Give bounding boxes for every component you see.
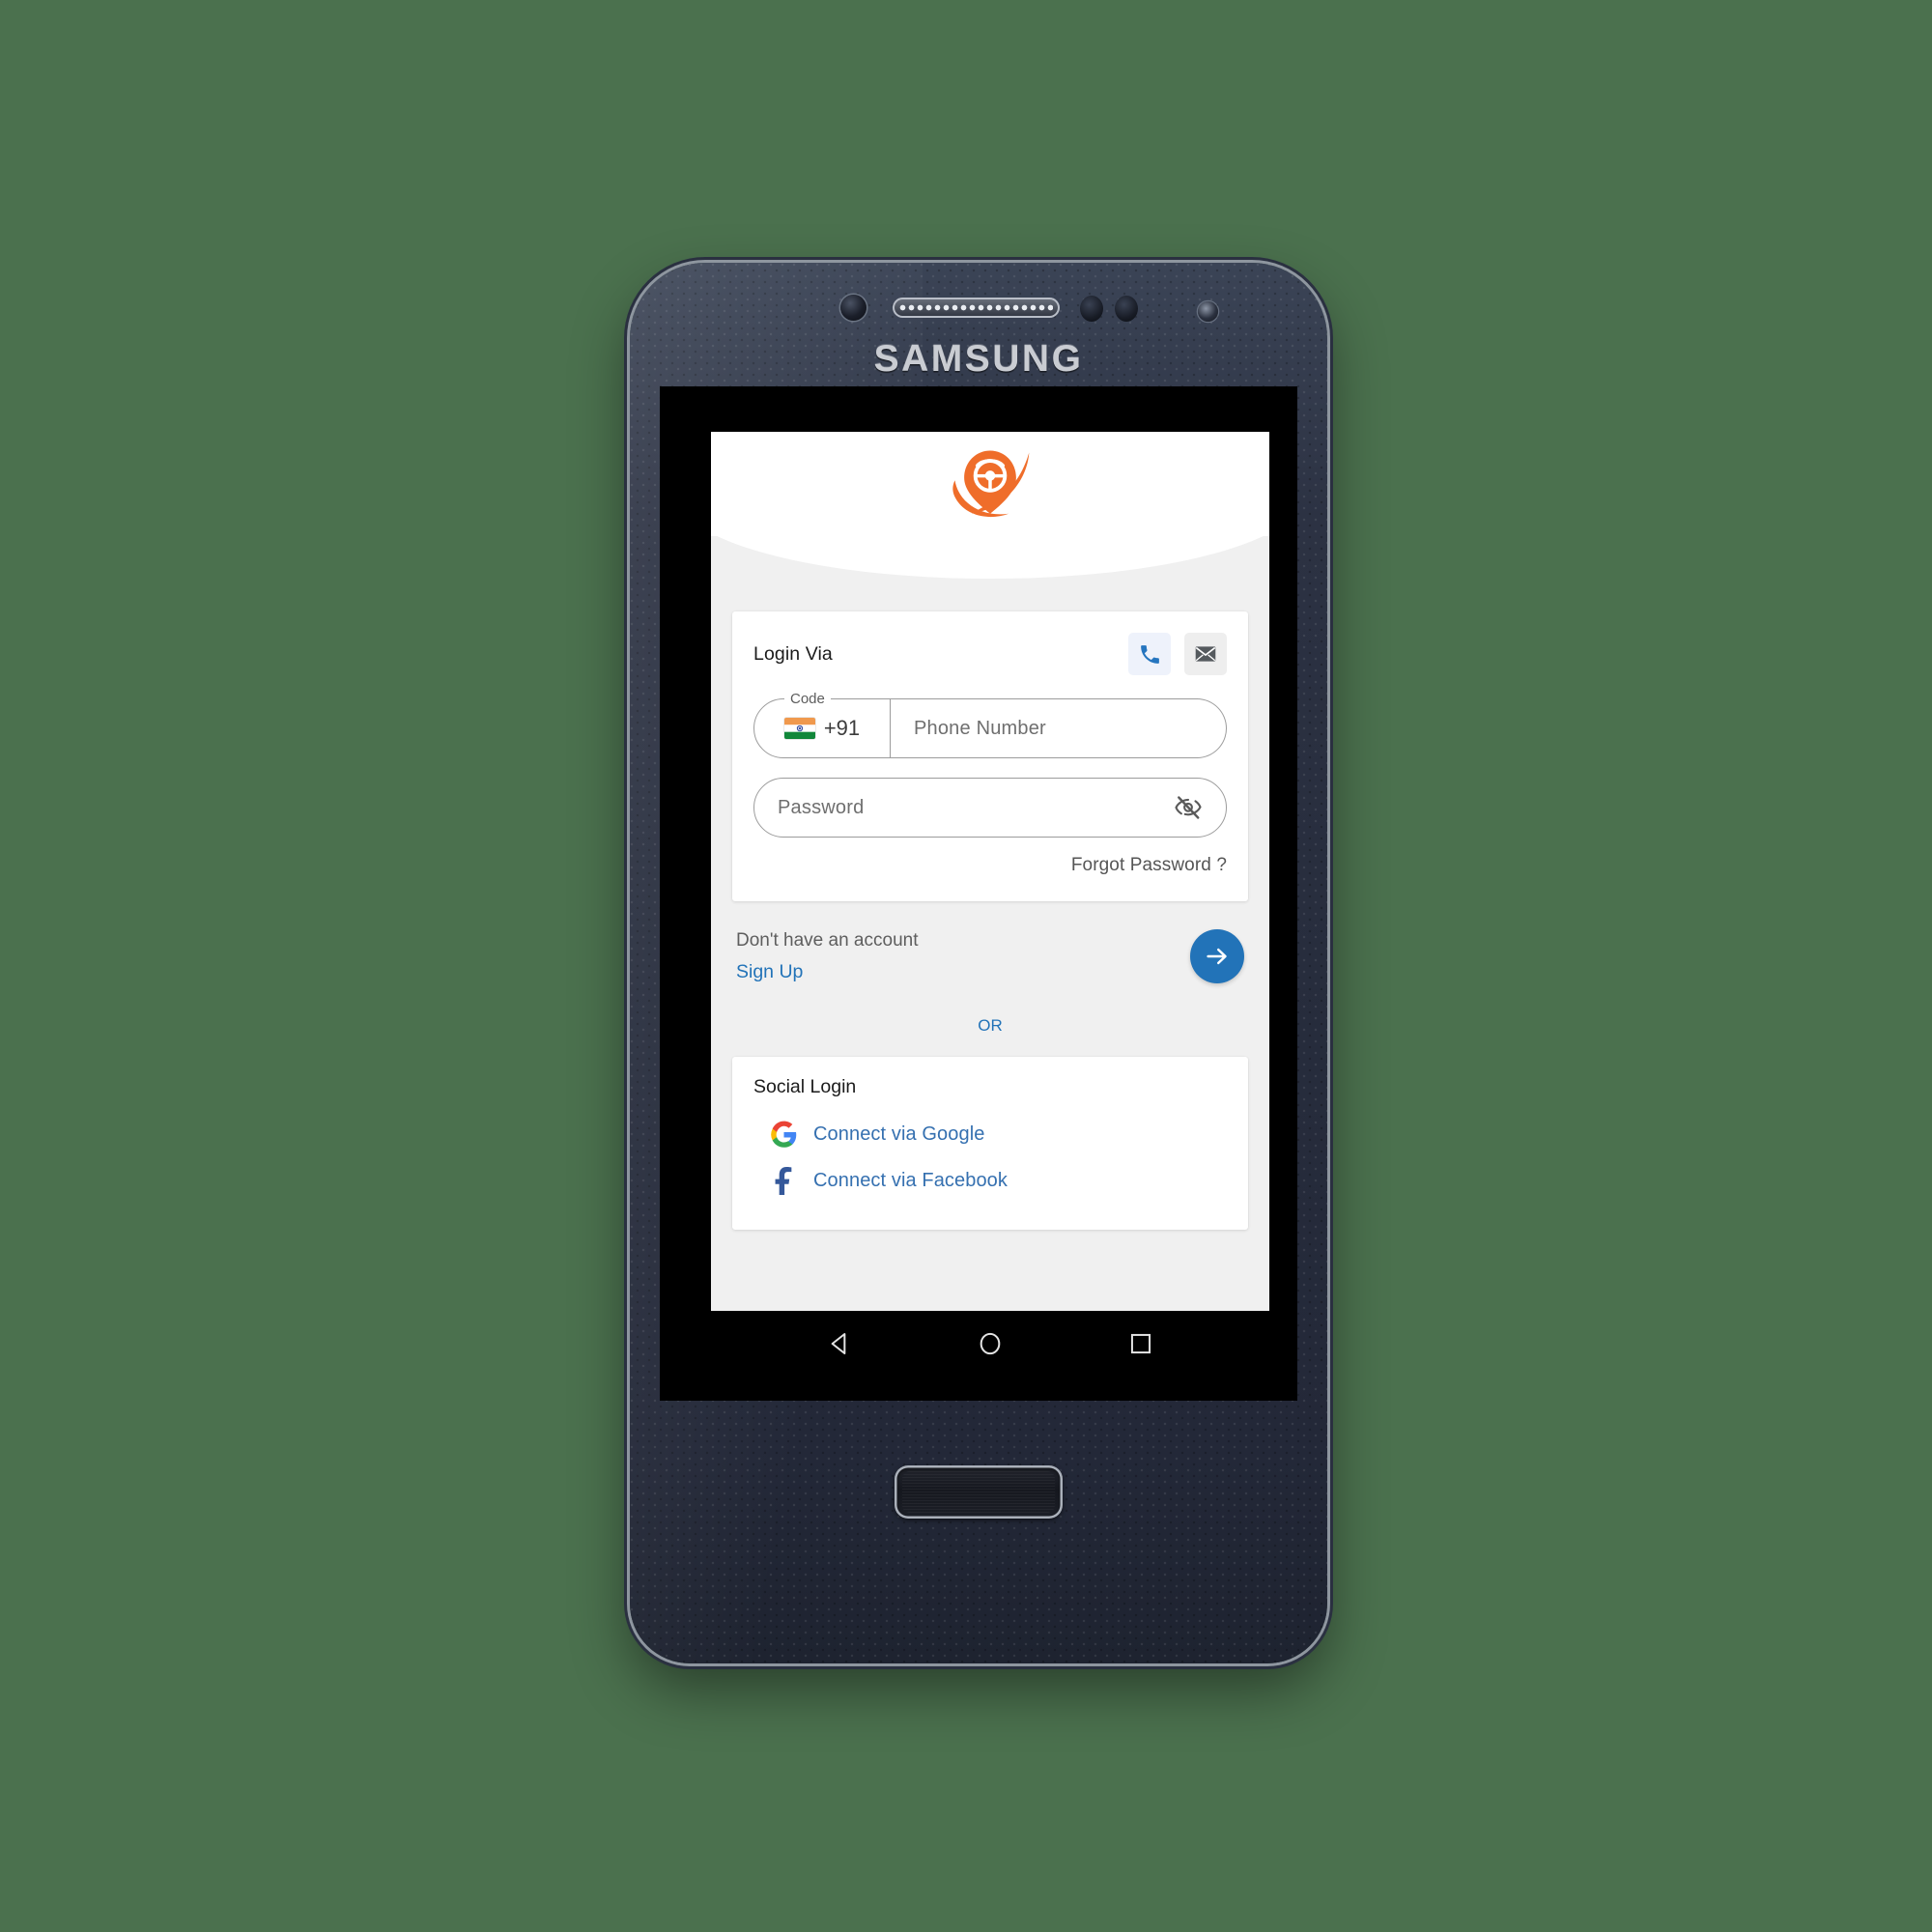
- login-via-row: Login Via: [753, 633, 1227, 675]
- earpiece-speaker-icon: [893, 298, 1060, 318]
- country-code-value: +91: [823, 716, 861, 740]
- no-account-text: Don't have an account: [736, 930, 919, 951]
- arrow-right-icon: [1207, 949, 1227, 965]
- login-card: Login Via Code +91 Phone Number Password…: [732, 611, 1248, 901]
- password-input[interactable]: Password: [753, 778, 1227, 838]
- forgot-password-link[interactable]: Forgot Password ?: [753, 855, 1227, 876]
- sign-up-link[interactable]: Sign Up: [736, 957, 918, 986]
- password-placeholder: Password: [778, 796, 865, 818]
- or-divider: OR: [978, 1015, 1003, 1035]
- login-via-title: Login Via: [753, 642, 833, 665]
- phone-icon: [1140, 644, 1159, 664]
- eye-off-icon: [1175, 796, 1202, 819]
- phone-input-row: Code +91 Phone Number: [753, 689, 1227, 758]
- app-screen: Login Via Code +91 Phone Number Password…: [711, 432, 1269, 1311]
- submit-login-button[interactable]: [1190, 929, 1244, 984]
- phone-number-placeholder: Phone Number: [914, 717, 1046, 739]
- samsung-brand-wordmark: SAMSUNG: [873, 338, 1084, 380]
- connect-via-facebook-button[interactable]: Connect via Facebook: [753, 1158, 1227, 1205]
- android-nav-bar: [711, 1311, 1269, 1377]
- google-g-icon: [769, 1121, 798, 1150]
- phone-number-input[interactable]: Phone Number: [891, 698, 1227, 758]
- steering-wheel-pin-logo: [952, 450, 1030, 518]
- proximity-sensor-icon: [1080, 296, 1103, 322]
- home-button[interactable]: [895, 1465, 1063, 1519]
- screen-bezel: Login Via Code +91 Phone Number Password…: [660, 386, 1297, 1401]
- app-header: [711, 432, 1269, 579]
- home-circle-icon[interactable]: [975, 1328, 1006, 1359]
- proximity-sensor-icon: [1115, 296, 1138, 322]
- envelope-icon: [1195, 646, 1216, 662]
- social-login-card: Social Login Connect via Google Connect …: [732, 1056, 1248, 1230]
- india-flag-icon: [783, 718, 815, 739]
- connect-via-google-button[interactable]: Connect via Google: [753, 1112, 1227, 1158]
- signup-text-block: Don't have an account Sign Up: [736, 926, 918, 987]
- facebook-f-icon: [769, 1167, 798, 1196]
- country-code-selector[interactable]: Code +91: [753, 689, 891, 758]
- connect-via-google-label: Connect via Google: [813, 1123, 985, 1146]
- login-via-phone-button[interactable]: [1128, 633, 1171, 675]
- light-sensor-icon: [1198, 301, 1218, 322]
- front-camera-icon: [840, 295, 867, 321]
- phone-top-hardware: [630, 290, 1327, 334]
- phone-device: SAMSUNG Login Via Code +91 Phone Number …: [630, 263, 1327, 1663]
- login-method-buttons: [1128, 633, 1227, 675]
- recents-square-icon[interactable]: [1125, 1328, 1156, 1359]
- login-via-email-button[interactable]: [1184, 633, 1227, 675]
- connect-via-facebook-label: Connect via Facebook: [813, 1170, 1009, 1192]
- country-code-label: Code: [784, 689, 831, 710]
- app-body: Login Via Code +91 Phone Number Password…: [711, 536, 1269, 1230]
- toggle-password-visibility-button[interactable]: [1174, 793, 1203, 822]
- back-triangle-icon[interactable]: [824, 1328, 855, 1359]
- social-login-title: Social Login: [753, 1075, 857, 1097]
- signup-area: Don't have an account Sign Up: [732, 901, 1248, 987]
